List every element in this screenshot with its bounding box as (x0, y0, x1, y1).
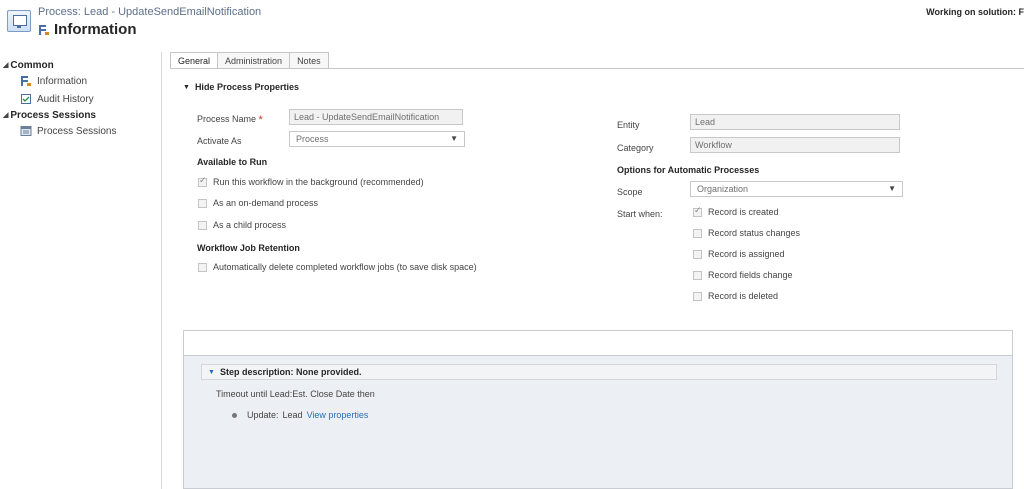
step-action: Update: Lead View properties (232, 410, 368, 420)
option-record-assigned[interactable]: Record is assigned (693, 249, 785, 259)
page-title: Information (54, 21, 137, 38)
action-entity: Lead (282, 410, 303, 420)
page-header: Process: Lead - UpdateSendEmailNotificat… (0, 0, 1024, 45)
step-description[interactable]: ▼ Step description: None provided. (201, 364, 997, 380)
checkbox-label: Record is assigned (708, 249, 785, 259)
scope-value: Organization (697, 184, 749, 194)
process-icon (7, 10, 31, 32)
nav-group-process-sessions[interactable]: ◢ Process Sessions (0, 108, 161, 122)
step-editor: ▼ Step description: None provided. Timeo… (183, 330, 1013, 489)
option-record-created[interactable]: Record is created (693, 206, 779, 217)
step-condition: Timeout until Lead:Est. Close Date then (216, 389, 375, 399)
tab-notes[interactable]: Notes (289, 52, 329, 69)
chevron-down-icon: ▼ (888, 184, 896, 193)
option-record-status-changes[interactable]: Record status changes (693, 228, 800, 238)
option-child-process[interactable]: As a child process (198, 220, 286, 230)
record-assigned-checkbox[interactable] (693, 249, 702, 259)
category-label: Category (617, 143, 654, 153)
nav-group-label: Process Sessions (10, 109, 96, 121)
checkbox-label: As a child process (213, 220, 287, 230)
nav-item-information[interactable]: Information (0, 72, 161, 90)
step-description-text: Step description: None provided. (219, 367, 362, 377)
scope-label: Scope (617, 187, 643, 197)
collapse-triangle-icon: ▼ (183, 83, 190, 91)
nav-item-label: Information (37, 75, 88, 87)
chevron-down-icon: ▼ (450, 134, 458, 143)
audit-history-icon (20, 93, 32, 105)
record-created-checkbox[interactable] (693, 206, 702, 217)
collapse-triangle-icon: ◢ (3, 112, 9, 119)
checkbox-label: Record status changes (708, 228, 801, 238)
available-to-run-heading: Available to Run (197, 157, 268, 167)
bullet-icon (232, 412, 237, 418)
checkbox-label: Record fields change (708, 270, 793, 280)
process-name-label-text: Process Name (197, 114, 257, 124)
scope-select[interactable]: Organization ▼ (690, 181, 903, 197)
section-title: Hide Process Properties (194, 82, 299, 92)
checkbox-label: Run this workflow in the background (rec… (213, 177, 424, 187)
activate-as-value: Process (296, 134, 329, 144)
hide-process-properties-toggle[interactable]: ▼ Hide Process Properties (183, 82, 299, 92)
tab-administration[interactable]: Administration (217, 52, 291, 69)
activate-as-select[interactable]: Process ▼ (289, 131, 465, 147)
option-record-fields-change[interactable]: Record fields change (693, 270, 793, 280)
record-fields-change-checkbox[interactable] (693, 270, 702, 280)
workflow-icon (38, 24, 50, 36)
action-prefix: Update: (247, 410, 279, 420)
nav-item-label: Process Sessions (37, 125, 117, 137)
tab-general[interactable]: General (170, 52, 219, 69)
nav-group-label: Common (10, 59, 54, 71)
start-when-label: Start when: (617, 209, 663, 219)
checkbox-label: Record is created (708, 207, 779, 217)
on-demand-checkbox[interactable] (198, 198, 207, 208)
required-marker: * (258, 114, 263, 126)
automatic-options-heading: Options for Automatic Processes (617, 165, 760, 175)
workflow-icon (20, 75, 32, 87)
record-deleted-checkbox[interactable] (693, 291, 702, 301)
title-row: Information (38, 21, 137, 38)
option-on-demand-process[interactable]: As an on-demand process (198, 198, 318, 208)
child-process-checkbox[interactable] (198, 220, 207, 230)
activate-as-label: Activate As (197, 136, 242, 146)
run-in-background-checkbox[interactable] (198, 176, 207, 187)
tab-strip: General Administration Notes (170, 52, 329, 69)
option-auto-delete-jobs[interactable]: Automatically delete completed workflow … (198, 262, 477, 272)
collapse-triangle-icon: ◢ (3, 62, 9, 69)
record-status-changes-checkbox[interactable] (693, 228, 702, 238)
entity-label: Entity (617, 120, 640, 130)
workflow-job-retention-heading: Workflow Job Retention (197, 243, 300, 253)
checkbox-label: Record is deleted (708, 291, 779, 301)
view-properties-link[interactable]: View properties (307, 410, 369, 420)
option-run-in-background[interactable]: Run this workflow in the background (rec… (198, 176, 424, 187)
step-toolbar (184, 331, 1012, 356)
left-nav: ◢ Common Information Audit History ◢ Pro… (0, 52, 162, 489)
process-subtitle: Process: Lead - UpdateSendEmailNotificat… (38, 6, 262, 18)
process-name-label: Process Name * (197, 113, 263, 126)
nav-item-audit-history[interactable]: Audit History (0, 90, 161, 108)
checkbox-label: Automatically delete completed workflow … (213, 262, 477, 272)
nav-item-label: Audit History (37, 93, 94, 105)
collapse-triangle-icon: ▼ (208, 368, 215, 376)
entity-field[interactable]: Lead (690, 114, 900, 130)
process-name-field[interactable]: Lead - UpdateSendEmailNotification (289, 109, 463, 125)
process-sessions-icon (20, 125, 32, 137)
nav-group-common[interactable]: ◢ Common (0, 58, 161, 72)
auto-delete-checkbox[interactable] (198, 262, 207, 272)
nav-item-process-sessions[interactable]: Process Sessions (0, 122, 161, 140)
option-record-deleted[interactable]: Record is deleted (693, 291, 778, 301)
solution-label: Working on solution: F (926, 7, 1024, 17)
checkbox-label: As an on-demand process (213, 198, 319, 208)
category-field[interactable]: Workflow (690, 137, 900, 153)
